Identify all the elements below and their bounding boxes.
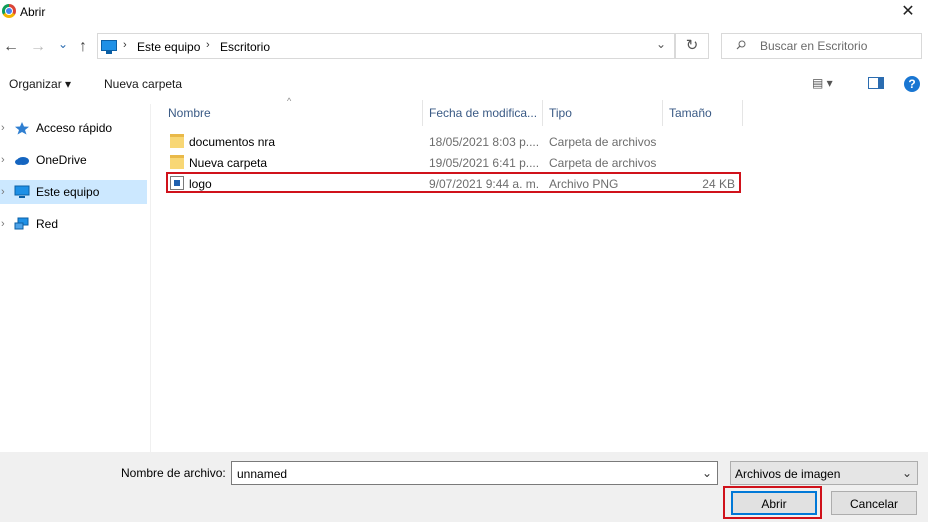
computer-icon xyxy=(14,185,30,198)
file-type-filter-value: Archivos de imagen xyxy=(735,467,841,481)
sidebar-item-onedrive[interactable]: › OneDrive xyxy=(0,148,147,172)
sidebar-item-label: Acceso rápido xyxy=(36,121,113,135)
open-button[interactable]: Abrir xyxy=(731,491,817,515)
column-divider[interactable] xyxy=(662,100,663,126)
search-icon xyxy=(736,40,746,50)
chevron-down-icon[interactable]: ⌄ xyxy=(702,466,712,480)
sidebar-item-red[interactable]: › Red xyxy=(0,212,147,236)
sidebar-item-este-equipo[interactable]: › Este equipo xyxy=(0,180,147,204)
file-date: 19/05/2021 6:41 p.... xyxy=(429,156,540,170)
file-row[interactable]: documentos nra 18/05/2021 8:03 p.... Car… xyxy=(168,131,740,152)
chevron-right-icon[interactable]: › xyxy=(1,122,5,134)
help-icon[interactable]: ? xyxy=(904,76,920,92)
column-header-size[interactable]: Tamaño xyxy=(669,106,712,120)
cloud-icon xyxy=(15,157,29,165)
file-row[interactable]: Nueva carpeta 19/05/2021 6:41 p.... Carp… xyxy=(168,152,740,173)
filename-input[interactable] xyxy=(235,466,689,482)
file-name: Nueva carpeta xyxy=(189,156,268,170)
sidebar-item-label: OneDrive xyxy=(36,153,87,167)
view-options-icon[interactable]: ▤ ▾ xyxy=(812,76,833,90)
organize-menu[interactable]: Organizar ▾ xyxy=(9,77,71,91)
column-header-name[interactable]: Nombre xyxy=(168,106,211,120)
search-box[interactable] xyxy=(721,33,922,59)
computer-icon xyxy=(101,40,117,54)
window-title: Abrir xyxy=(20,5,46,19)
chevron-right-icon[interactable]: › xyxy=(1,186,5,198)
title-bar: Abrir ✕ xyxy=(0,0,928,24)
file-date: 18/05/2021 8:03 p.... xyxy=(429,135,540,149)
chevron-down-icon[interactable]: ⌄ xyxy=(656,37,666,51)
folder-icon xyxy=(170,134,184,148)
up-arrow-icon[interactable]: ↑ xyxy=(75,37,91,57)
column-header-date[interactable]: Fecha de modifica... xyxy=(429,106,537,120)
back-arrow-icon[interactable]: ← xyxy=(3,37,19,57)
close-button[interactable]: ✕ xyxy=(888,0,928,24)
file-type: Carpeta de archivos xyxy=(549,156,657,170)
command-bar: Organizar ▾ Nueva carpeta xyxy=(0,68,928,100)
refresh-button[interactable]: ↻ xyxy=(675,33,709,59)
sidebar-item-acceso-rapido[interactable]: › Acceso rápido xyxy=(0,116,147,140)
breadcrumb-separator: › xyxy=(123,39,127,51)
file-type: Carpeta de archivos xyxy=(549,135,657,149)
chevron-right-icon[interactable]: › xyxy=(1,218,5,230)
filename-combobox[interactable]: ⌄ xyxy=(231,461,718,485)
star-icon xyxy=(15,122,29,135)
file-type-filter[interactable]: Archivos de imagen ⌄ xyxy=(730,461,918,485)
navigation-pane: › Acceso rápido › OneDrive › Este equipo… xyxy=(0,104,151,452)
column-header-type[interactable]: Tipo xyxy=(549,106,572,120)
file-name: documentos nra xyxy=(189,135,276,149)
new-folder-button[interactable]: Nueva carpeta xyxy=(104,77,182,91)
cancel-button[interactable]: Cancelar xyxy=(831,491,917,515)
sort-ascending-icon: ^ xyxy=(287,96,292,106)
recent-locations-icon[interactable]: ⌄ xyxy=(57,34,69,54)
chrome-icon xyxy=(2,4,16,18)
breadcrumb-escritorio[interactable]: Escritorio xyxy=(220,40,270,54)
folder-icon xyxy=(170,155,184,169)
column-divider[interactable] xyxy=(742,100,743,126)
column-divider[interactable] xyxy=(542,100,543,126)
preview-pane-icon[interactable] xyxy=(868,77,884,89)
network-icon xyxy=(14,217,29,230)
sidebar-item-label: Red xyxy=(36,217,59,231)
filename-label: Nombre de archivo: xyxy=(121,466,226,480)
breadcrumb-separator: › xyxy=(206,39,210,51)
chevron-down-icon[interactable]: ⌄ xyxy=(902,466,912,480)
search-input[interactable] xyxy=(758,38,912,54)
chevron-right-icon[interactable]: › xyxy=(1,154,5,166)
address-bar[interactable]: › Este equipo › Escritorio ⌄ xyxy=(97,33,675,59)
forward-arrow-icon[interactable]: → xyxy=(30,37,46,57)
column-divider[interactable] xyxy=(422,100,423,126)
sidebar-item-label: Este equipo xyxy=(36,185,100,199)
breadcrumb-este-equipo[interactable]: Este equipo xyxy=(137,40,200,54)
annotation-highlight-file xyxy=(166,172,741,193)
